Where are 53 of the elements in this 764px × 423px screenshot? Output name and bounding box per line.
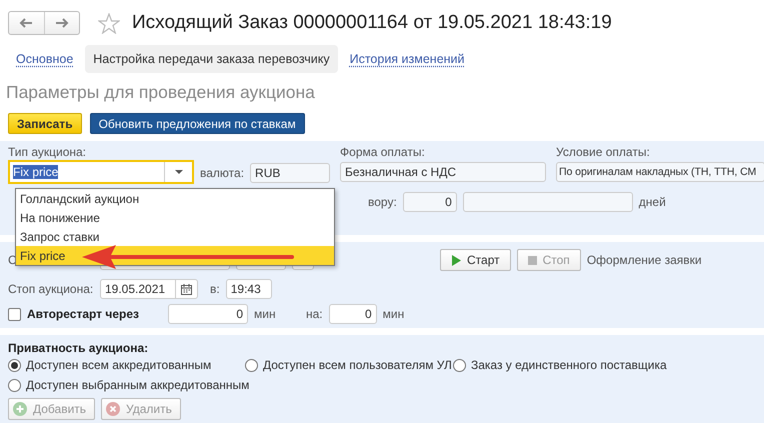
refresh-bids-button[interactable]: Обновить предложения по ставкам bbox=[90, 113, 305, 134]
back-arrow-icon bbox=[19, 18, 34, 28]
field-label: Форма оплаты: bbox=[340, 145, 426, 159]
duration-field[interactable]: 0 bbox=[328, 304, 377, 324]
payment-condition-field[interactable]: По оригиналам накладных (ТН, ТТН, СМ bbox=[556, 162, 764, 182]
privacy-title: Приватность аукциона: bbox=[8, 341, 150, 355]
section-heading: Параметры для проведения аукциона bbox=[6, 82, 316, 103]
radio-label: Заказ у единственного поставщика bbox=[471, 358, 667, 372]
dropdown-item[interactable]: Голландский аукцион bbox=[16, 189, 334, 208]
radio-button[interactable] bbox=[453, 358, 466, 372]
plus-icon bbox=[13, 402, 27, 416]
auction-type-dropdown[interactable]: Fix price bbox=[8, 160, 194, 184]
radio-label: Доступен всем пользователям УЛ bbox=[263, 358, 452, 372]
window-title: Исходящий Заказ 00000001164 от 19.05.2021 18:43:19 bbox=[132, 12, 612, 34]
stop-icon bbox=[528, 256, 537, 264]
radio-label: Доступен выбранным аккредитованным bbox=[26, 378, 250, 392]
stop-date-field[interactable]: 19.05.2021 bbox=[100, 279, 198, 299]
checkbox-label: Авторестарт через bbox=[27, 307, 140, 321]
status-text: Оформление заявки bbox=[586, 253, 702, 267]
caret-icon bbox=[174, 170, 182, 174]
unit-label: дней bbox=[638, 195, 666, 209]
play-icon bbox=[451, 254, 461, 266]
dropdown-item[interactable]: Запрос ставки bbox=[16, 227, 334, 246]
radio-label: Доступен всем аккредитованным bbox=[26, 358, 212, 372]
field-label: Условие оплаты: bbox=[556, 145, 651, 159]
unit-label: мин bbox=[254, 307, 277, 321]
forward-arrow-icon bbox=[54, 18, 69, 28]
star-icon[interactable] bbox=[98, 12, 120, 34]
field-label: вору: bbox=[368, 195, 397, 209]
tab[interactable]: Основное bbox=[8, 45, 82, 73]
tab[interactable]: История изменений bbox=[342, 45, 473, 73]
radio-button[interactable] bbox=[8, 378, 21, 392]
dropdown-item[interactable]: На понижение bbox=[16, 208, 334, 227]
text-field[interactable] bbox=[462, 192, 633, 212]
field-label: Тип аукциона: bbox=[8, 145, 88, 159]
stop-time-field[interactable]: 19:43 bbox=[226, 279, 272, 299]
tab[interactable]: Настройка передачи заказа перевозчику bbox=[85, 45, 338, 73]
radio-button[interactable] bbox=[245, 358, 258, 372]
delete-icon bbox=[106, 402, 120, 416]
field-label: Стоп аукциона: bbox=[8, 282, 94, 296]
field-label: валюта: bbox=[200, 166, 244, 180]
autorestart-checkbox[interactable] bbox=[8, 308, 21, 320]
save-button[interactable]: Записать bbox=[8, 113, 82, 134]
unit-label: мин bbox=[382, 307, 404, 321]
deferral-field[interactable]: 0 bbox=[402, 192, 457, 212]
payment-form-field[interactable]: Безналичная с НДС bbox=[340, 162, 546, 182]
autorestart-field[interactable]: 0 bbox=[168, 304, 248, 324]
field-label: на: bbox=[306, 307, 323, 321]
currency-field[interactable]: RUB bbox=[250, 163, 330, 183]
calendar-icon bbox=[181, 284, 192, 294]
field-label: в: bbox=[210, 282, 220, 296]
start-button[interactable]: Старт bbox=[440, 249, 511, 271]
radio-button[interactable] bbox=[8, 358, 21, 372]
